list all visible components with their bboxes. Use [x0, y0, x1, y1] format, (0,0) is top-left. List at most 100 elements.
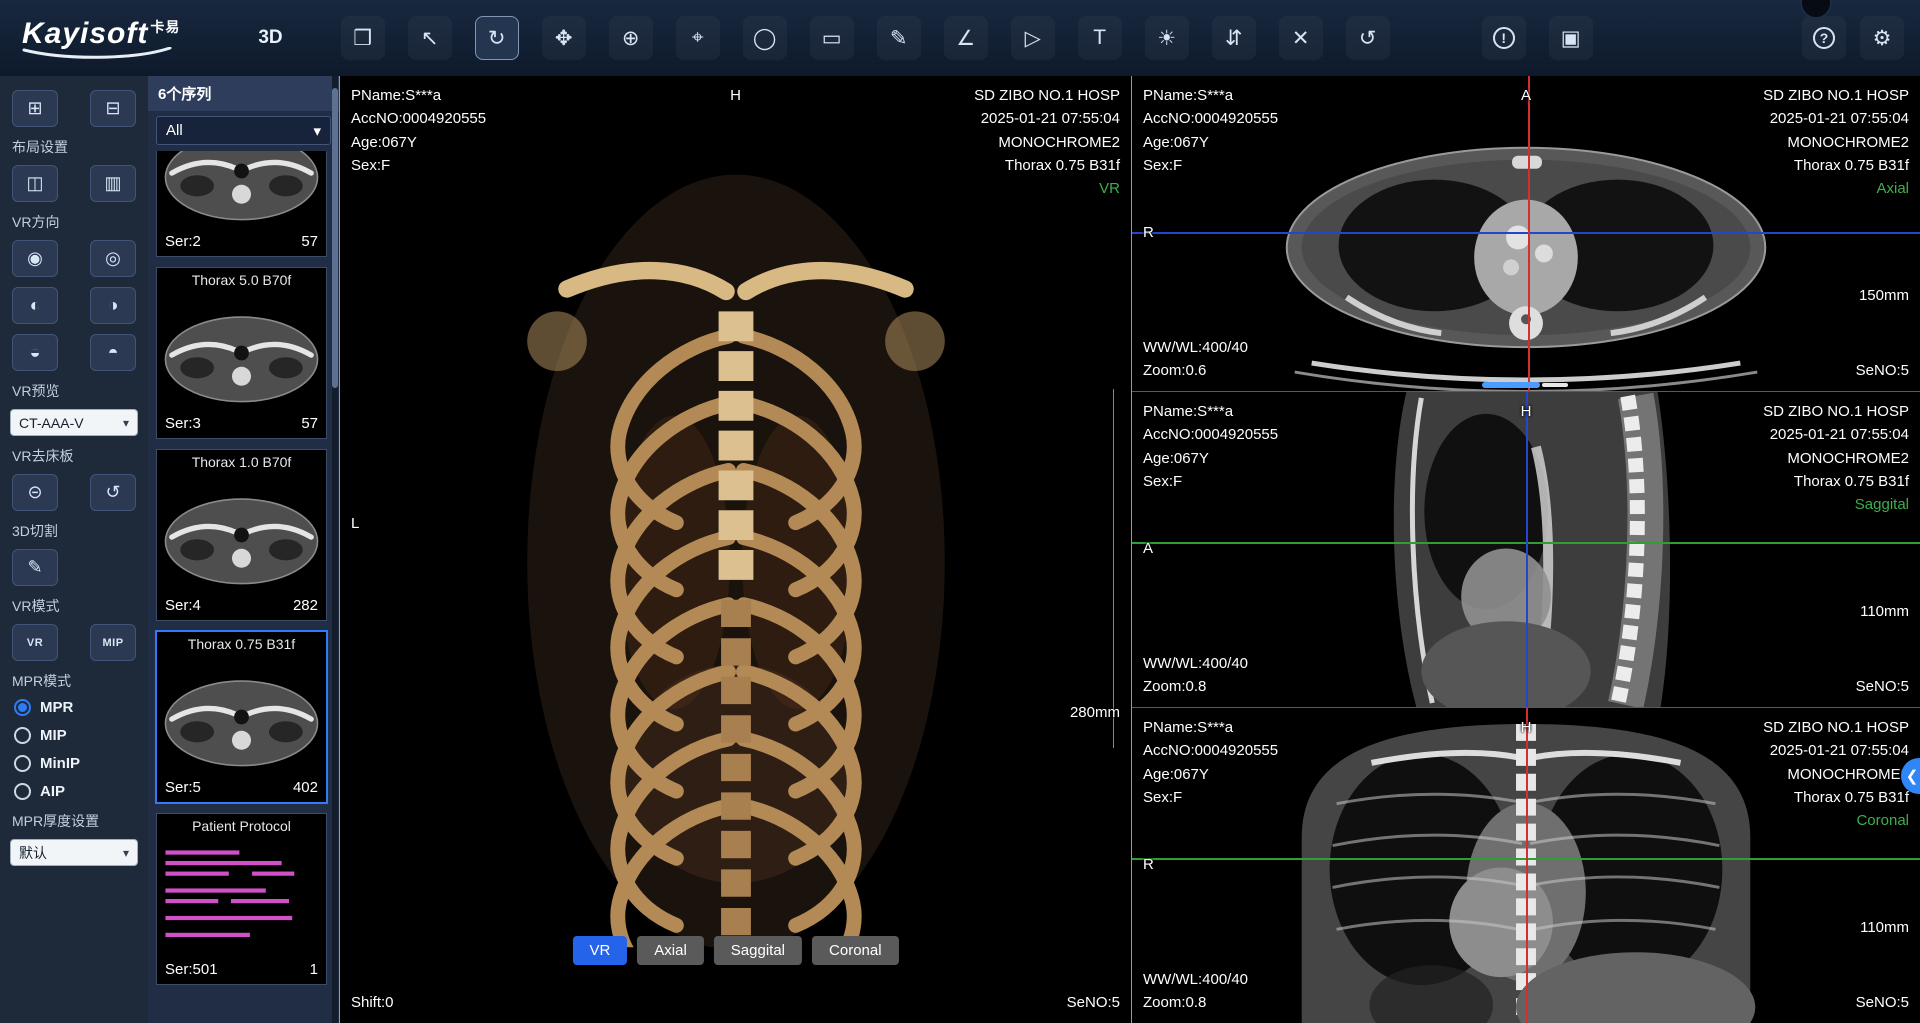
- study-info-overlay: SD ZIBO NO.1 HOSP 2025-01-21 07:55:04 MO…: [1763, 716, 1909, 832]
- vr-preset-select[interactable]: CT-AAA-V ▾: [10, 409, 138, 436]
- series-thumbnail-ser5-selected[interactable]: Thorax 0.75 B31f Ser:5 402: [156, 631, 327, 803]
- mode-3d-label: 3D: [258, 27, 282, 49]
- tool-cursor-button[interactable]: ↖: [408, 16, 452, 60]
- series-description: Thorax 0.75 B31f: [1763, 154, 1909, 177]
- series-scrollbar-thumb[interactable]: [332, 88, 338, 388]
- thumbnail-title: Thorax 5.0 B70f: [157, 268, 326, 292]
- thumbnail-title: Thorax 1.0 B70f: [157, 450, 326, 474]
- remove-table-button[interactable]: ⊝: [12, 474, 58, 511]
- series-panel: 6个序列 All ▾ Ser:2 57 Thorax 5.0 B70f: [148, 76, 340, 1023]
- tool-measure-button[interactable]: ✎: [877, 16, 921, 60]
- mpr-mode-option-mip[interactable]: MIP: [14, 727, 134, 744]
- series-thumbnail-ser501[interactable]: Patient Protocol Ser:501 1: [156, 813, 327, 985]
- axial-crosshair-horizontal[interactable]: [1132, 232, 1920, 234]
- coronal-view-button[interactable]: Coronal: [812, 936, 899, 965]
- layout-protocol-icon: ⊟: [105, 98, 120, 119]
- series-thumbnail-ser2[interactable]: Ser:2 57: [156, 151, 327, 257]
- photometric-interpretation: MONOCHROME2: [974, 131, 1120, 154]
- mpr-mode-option-mpr[interactable]: MPR: [14, 699, 134, 716]
- view-type-label: VR: [974, 177, 1120, 200]
- tool-info-button[interactable]: !: [1482, 16, 1526, 60]
- tool-window-level-button[interactable]: ⇵: [1212, 16, 1256, 60]
- layout-2x2-button[interactable]: ◫: [12, 165, 58, 202]
- axial-viewport[interactable]: PName:S***a AccNO:0004920555 Age:067Y Se…: [1132, 76, 1920, 391]
- sagittal-viewport[interactable]: PName:S***a AccNO:0004920555 Age:067Y Se…: [1132, 391, 1920, 707]
- chevron-down-icon: ▾: [123, 416, 129, 430]
- vr-reset-button[interactable]: ↺: [90, 474, 136, 511]
- tool-cine-play-button[interactable]: ▷: [1011, 16, 1055, 60]
- cut-freehand-button[interactable]: ✎: [12, 549, 58, 586]
- mpr-mode-option-minip[interactable]: MinIP: [14, 755, 134, 772]
- axial-crosshair-vertical[interactable]: [1528, 76, 1530, 391]
- tool-crosshair-button[interactable]: ⌖: [676, 16, 720, 60]
- orientation-marker-top: H: [730, 84, 741, 107]
- layout-2x2-icon: ◫: [26, 173, 43, 194]
- mpr-mode-option-aip[interactable]: AIP: [14, 783, 134, 800]
- thumbnail-image: [157, 656, 326, 778]
- shift-status: Shift:0: [351, 991, 394, 1014]
- help-button[interactable]: ?: [1802, 16, 1846, 60]
- tool-brightness-button[interactable]: ☀: [1145, 16, 1189, 60]
- vr-view-button[interactable]: VR: [572, 936, 627, 965]
- mpr-thickness-label: MPR厚度设置: [12, 811, 136, 831]
- thumbnail-image-count: 282: [293, 597, 318, 614]
- patient-accno: AccNO:0004920555: [351, 107, 486, 130]
- saggital-view-button[interactable]: Saggital: [714, 936, 802, 965]
- window-level-status: WW/WL:400/40: [1143, 336, 1248, 359]
- tool-volume-3d-button[interactable]: ❒: [341, 16, 385, 60]
- patient-info-overlay: PName:S***a AccNO:0004920555 Age:067Y Se…: [1143, 84, 1278, 177]
- thumbnail-title: Thorax 0.75 B31f: [157, 632, 326, 656]
- series-filter-select[interactable]: All ▾: [156, 116, 331, 145]
- measure-line-icon: ✎: [890, 26, 908, 51]
- zoom-status: Zoom:0.8: [1143, 991, 1248, 1014]
- study-info-overlay: SD ZIBO NO.1 HOSP 2025-01-21 07:55:04 MO…: [1763, 400, 1909, 516]
- mpr-thickness-select[interactable]: 默认 ▾: [10, 839, 138, 866]
- tool-rotate-3d-button[interactable]: ↻: [475, 16, 519, 60]
- vr-dir-posterior-button[interactable]: ◎: [90, 240, 136, 277]
- tool-angle-button[interactable]: ∠: [944, 16, 988, 60]
- angle-icon: ∠: [956, 26, 975, 51]
- series-thumbnail-ser3[interactable]: Thorax 5.0 B70f Ser:3 57: [156, 267, 327, 439]
- tool-text-annotation-button[interactable]: T: [1078, 16, 1122, 60]
- patient-name: PName:S***a: [1143, 400, 1278, 423]
- vr-dir-left-icon: ◐: [30, 295, 41, 316]
- tool-rect-roi-button[interactable]: ▭: [810, 16, 854, 60]
- vr-viewport[interactable]: PName:S***a AccNO:0004920555 Age:067Y Se…: [340, 76, 1132, 1023]
- vr-dir-anterior-button[interactable]: ◉: [12, 240, 58, 277]
- vr-mode-vr-button[interactable]: VR: [12, 624, 58, 661]
- zoom-status: Zoom:0.6: [1143, 359, 1248, 382]
- axial-slice-scrollbar[interactable]: [1482, 382, 1540, 388]
- vr-dir-left-button[interactable]: ◐: [12, 287, 58, 324]
- tool-delete-button[interactable]: ✕: [1279, 16, 1323, 60]
- axial-view-button[interactable]: Axial: [637, 936, 704, 965]
- layout-protocol-button[interactable]: ⊟: [90, 90, 136, 127]
- tool-ellipse-roi-button[interactable]: ◯: [743, 16, 787, 60]
- patient-name: PName:S***a: [351, 84, 486, 107]
- vr-dir-superior-button[interactable]: ◒: [12, 334, 58, 371]
- hospital-name: SD ZIBO NO.1 HOSP: [1763, 84, 1909, 107]
- vr-reset-icon: ↺: [105, 482, 120, 503]
- tool-save-button[interactable]: ▣: [1549, 16, 1593, 60]
- layout-right-panel-button[interactable]: ▥: [90, 165, 136, 202]
- layout-grid-button[interactable]: ⊞: [12, 90, 58, 127]
- series-count-header: 6个序列: [148, 76, 339, 111]
- mpr-column: PName:S***a AccNO:0004920555 Age:067Y Se…: [1132, 76, 1920, 1023]
- tool-zoom-in-button[interactable]: ⊕: [609, 16, 653, 60]
- series-description: Thorax 0.75 B31f: [1763, 786, 1909, 809]
- vr-dir-inferior-button[interactable]: ◓: [90, 334, 136, 371]
- coronal-viewport[interactable]: PName:S***a AccNO:0004920555 Age:067Y Se…: [1132, 707, 1920, 1023]
- radio-checked-icon: [14, 699, 31, 716]
- sagittal-crosshair-vertical[interactable]: [1526, 392, 1528, 707]
- window-zoom-status: WW/WL:400/40 Zoom:0.8: [1143, 652, 1248, 699]
- vr-mode-mip-button[interactable]: MIP: [90, 624, 136, 661]
- series-scrollbar-track[interactable]: [332, 76, 338, 1023]
- vr-dir-right-button[interactable]: ◑: [90, 287, 136, 324]
- series-thumbnail-ser4[interactable]: Thorax 1.0 B70f Ser:4 282: [156, 449, 327, 621]
- settings-button[interactable]: ⚙: [1860, 16, 1904, 60]
- tool-reset-button[interactable]: ↺: [1346, 16, 1390, 60]
- coronal-crosshair-vertical[interactable]: [1526, 708, 1528, 1023]
- tool-pan-button[interactable]: ✥: [542, 16, 586, 60]
- brightness-icon: ☀: [1157, 26, 1176, 51]
- hospital-name: SD ZIBO NO.1 HOSP: [1763, 400, 1909, 423]
- series-description: Thorax 0.75 B31f: [1763, 470, 1909, 493]
